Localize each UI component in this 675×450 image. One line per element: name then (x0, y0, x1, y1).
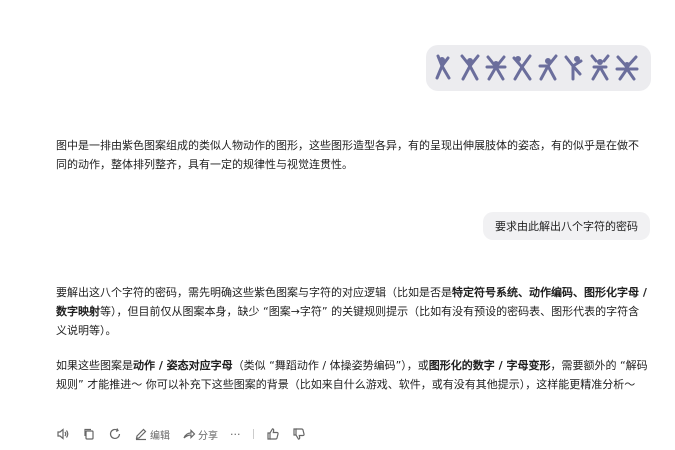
message-action-toolbar: 编辑 分享 ··· (56, 424, 318, 444)
edit-button[interactable]: 编辑 (134, 427, 170, 442)
figure-4 (512, 54, 531, 81)
answer2-p2-bold-2: 图形化的数字 / 字母变形 (428, 359, 551, 372)
assistant-message-2-paragraph-1: 要解出这八个字符的密码，需先明确这些紫色图案与字符的对应逻辑（比如是否是特定符号… (56, 283, 648, 340)
user-message[interactable]: 要求由此解出八个字符的密码 (483, 212, 650, 240)
copy-button[interactable] (82, 427, 96, 441)
more-button[interactable]: ··· (230, 428, 241, 441)
answer2-p2-text-a: 如果这些图案是 (56, 359, 133, 372)
figure-3 (485, 55, 506, 81)
figure-1 (435, 54, 450, 80)
thumbs-down-icon (292, 428, 305, 440)
read-aloud-button[interactable] (56, 427, 70, 441)
assistant-message-2-paragraph-2: 如果这些图案是动作 / 姿态对应字母（类似 “舞蹈动作 / 体操姿势编码”），或… (56, 356, 648, 394)
more-label: ··· (230, 427, 241, 441)
answer2-p2-bold-1: 动作 / 姿态对应字母 (133, 359, 233, 372)
pen-icon (135, 428, 147, 441)
figure-8 (615, 55, 638, 81)
thumbs-up-icon (266, 428, 279, 440)
figure-6 (564, 55, 582, 81)
share-icon (183, 429, 196, 439)
figure-7 (590, 54, 609, 81)
figure-2 (460, 54, 479, 81)
user-message-text: 要求由此解出八个字符的密码 (495, 220, 638, 233)
thumbs-up-button[interactable] (266, 427, 280, 441)
copy-icon (84, 428, 94, 440)
answer2-p2-text-c: （类似 “舞蹈动作 / 体操姿势编码”），或 (232, 359, 429, 372)
answer1-text: 图中是一排由紫色图案组成的类似人物动作的图形，这些图形造型各异，有的呈现出伸展肢… (56, 139, 639, 171)
toolbar-divider (252, 429, 254, 439)
refresh-icon (109, 428, 121, 440)
share-button[interactable]: 分享 (182, 427, 218, 442)
answer2-p1-text-c: 等），但目前仅从图案本身，缺少 “图案→字符” 的关键规则提示（比如有没有预设的… (56, 305, 640, 337)
assistant-message-1: 图中是一排由紫色图案组成的类似人物动作的图形，这些图形造型各异，有的呈现出伸展肢… (56, 136, 648, 174)
dancing-figures-image (435, 54, 638, 81)
figure-5 (538, 54, 557, 81)
answer2-p1-text-a: 要解出这八个字符的密码，需先明确这些紫色图案与字符的对应逻辑（比如是否是 (56, 286, 452, 299)
user-image-message[interactable] (426, 45, 651, 91)
regenerate-button[interactable] (108, 427, 122, 441)
speaker-icon (57, 428, 69, 440)
edit-label: 编辑 (150, 430, 170, 442)
share-label: 分享 (198, 430, 218, 442)
thumbs-down-button[interactable] (292, 427, 306, 441)
